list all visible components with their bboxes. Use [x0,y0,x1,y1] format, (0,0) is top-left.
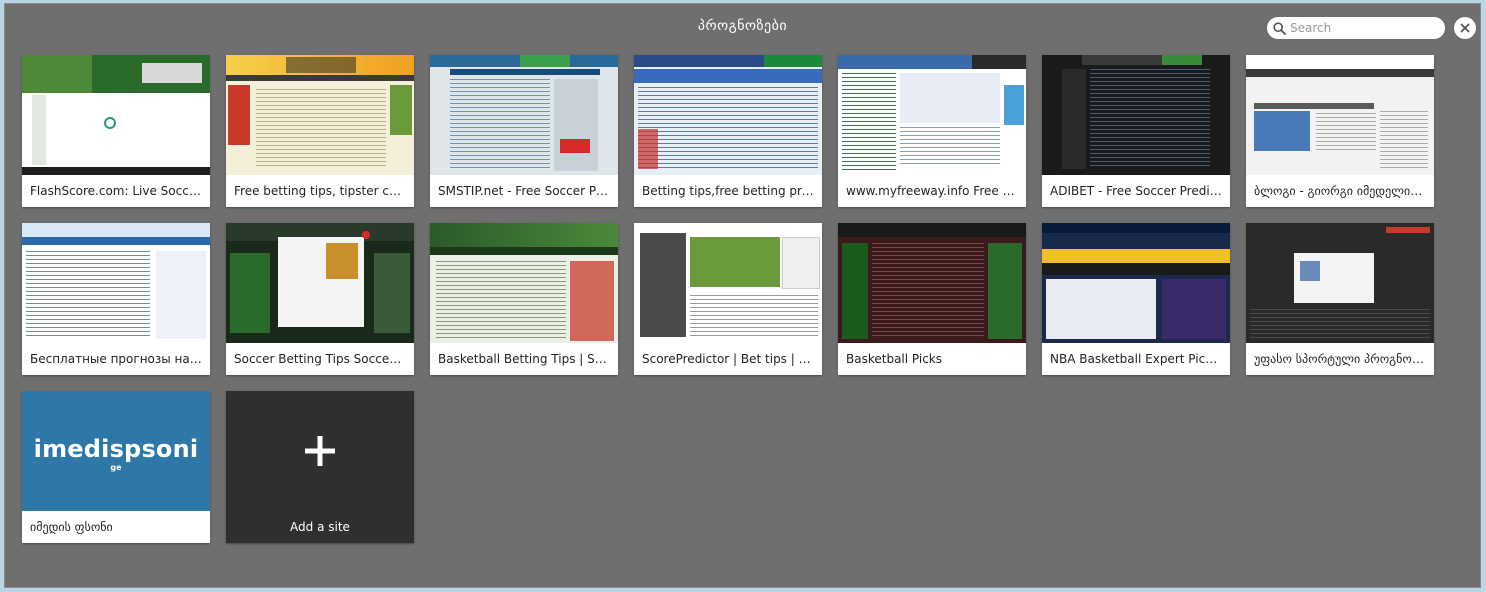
site-thumbnail [634,55,822,175]
page-title: პროგნოზები [697,18,788,34]
speed-dial-tile-nba[interactable]: NBA Basketball Expert Picks - Epic [1042,223,1230,375]
add-site-tile[interactable]: Add a site [226,391,414,543]
brand-logo-text: imedispsoni [33,435,199,463]
add-site-label: Add a site [290,520,350,534]
search-input[interactable] [1290,21,1430,35]
site-thumbnail [634,223,822,343]
speed-dial-tile-smstip[interactable]: SMSTIP.net - Free Soccer Predictions [430,55,618,207]
speed-dial-panel: პროგნოზები FlashScore.com: Live Soccer S… [4,3,1481,588]
site-thumbnail [430,55,618,175]
tile-label: www.myfreeway.info Free sports picks [846,184,1026,198]
tile-label: Basketball Picks [846,352,943,366]
speed-dial-tile-imedispsoni[interactable]: imedispsoni ge იმედის ფსონი [22,391,210,543]
site-thumbnail [430,223,618,343]
site-thumbnail [1042,223,1230,343]
site-thumbnail [1246,55,1434,175]
search-box[interactable] [1267,17,1445,39]
close-button[interactable] [1454,17,1476,39]
speed-dial-grid: FlashScore.com: Live Soccer Scores Free … [22,55,1434,543]
speed-dial-tile-scorepredictor[interactable]: ScorePredictor | Bet tips | Free predict… [634,223,822,375]
tile-label: Betting tips,free betting predictions [642,184,822,198]
speed-dial-tile-adibet[interactable]: ADIBET - Free Soccer Predictions [1042,55,1230,207]
tile-label: ScorePredictor | Bet tips | Free predict… [642,352,822,366]
speed-dial-tile-prognoz[interactable]: Бесплатные прогнозы на спорт [22,223,210,375]
tile-label: NBA Basketball Expert Picks - Epic [1050,352,1230,366]
speed-dial-tile-sportstips[interactable]: Basketball Betting Tips | Sports Tips [430,223,618,375]
site-thumbnail [226,223,414,343]
speed-dial-tile-basketball-picks[interactable]: Basketball Picks [838,223,1026,375]
tile-label: Free betting tips, tipster competition [234,184,414,198]
tile-label: ADIBET - Free Soccer Predictions [1050,184,1230,198]
tile-label: ბლოგი - გიორგი იმედელის ბლოგი [1254,184,1434,198]
site-thumbnail [838,55,1026,175]
add-area [226,391,414,511]
close-icon [1460,23,1470,33]
speed-dial-tile-vitibet[interactable]: Betting tips,free betting predictions [634,55,822,207]
tile-label: უფასო სპორტული პროგნოზები [1254,352,1434,366]
tile-label: SMSTIP.net - Free Soccer Predictions [438,184,618,198]
speed-dial-tile-sports-prognoz[interactable]: უფასო სპორტული პროგნოზები [1246,223,1434,375]
tile-label: Soccer Betting Tips Soccer4money [234,352,414,366]
brand-logo-subtext: ge [110,463,122,472]
speed-dial-tile-myfreeway[interactable]: www.myfreeway.info Free sports picks [838,55,1026,207]
site-thumbnail [22,55,210,175]
speed-dial-tile-soccer4money[interactable]: Soccer Betting Tips Soccer4money [226,223,414,375]
plus-icon [305,436,335,466]
speed-dial-tile-flashscore[interactable]: FlashScore.com: Live Soccer Scores [22,55,210,207]
site-thumbnail [1042,55,1230,175]
speed-dial-tile-blog[interactable]: ბლოგი - გიორგი იმედელის ბლოგი [1246,55,1434,207]
site-thumbnail [838,223,1026,343]
site-thumbnail: imedispsoni ge [22,391,210,511]
tile-label: Бесплатные прогнозы на спорт [30,352,210,366]
site-thumbnail [226,55,414,175]
site-thumbnail [1246,223,1434,343]
tile-label: იმედის ფსონი [30,520,113,534]
tile-label: FlashScore.com: Live Soccer Scores [30,184,210,198]
site-thumbnail [22,223,210,343]
speed-dial-tile-typersi[interactable]: Free betting tips, tipster competition [226,55,414,207]
tile-label: Basketball Betting Tips | Sports Tips [438,352,618,366]
search-icon [1273,21,1286,35]
